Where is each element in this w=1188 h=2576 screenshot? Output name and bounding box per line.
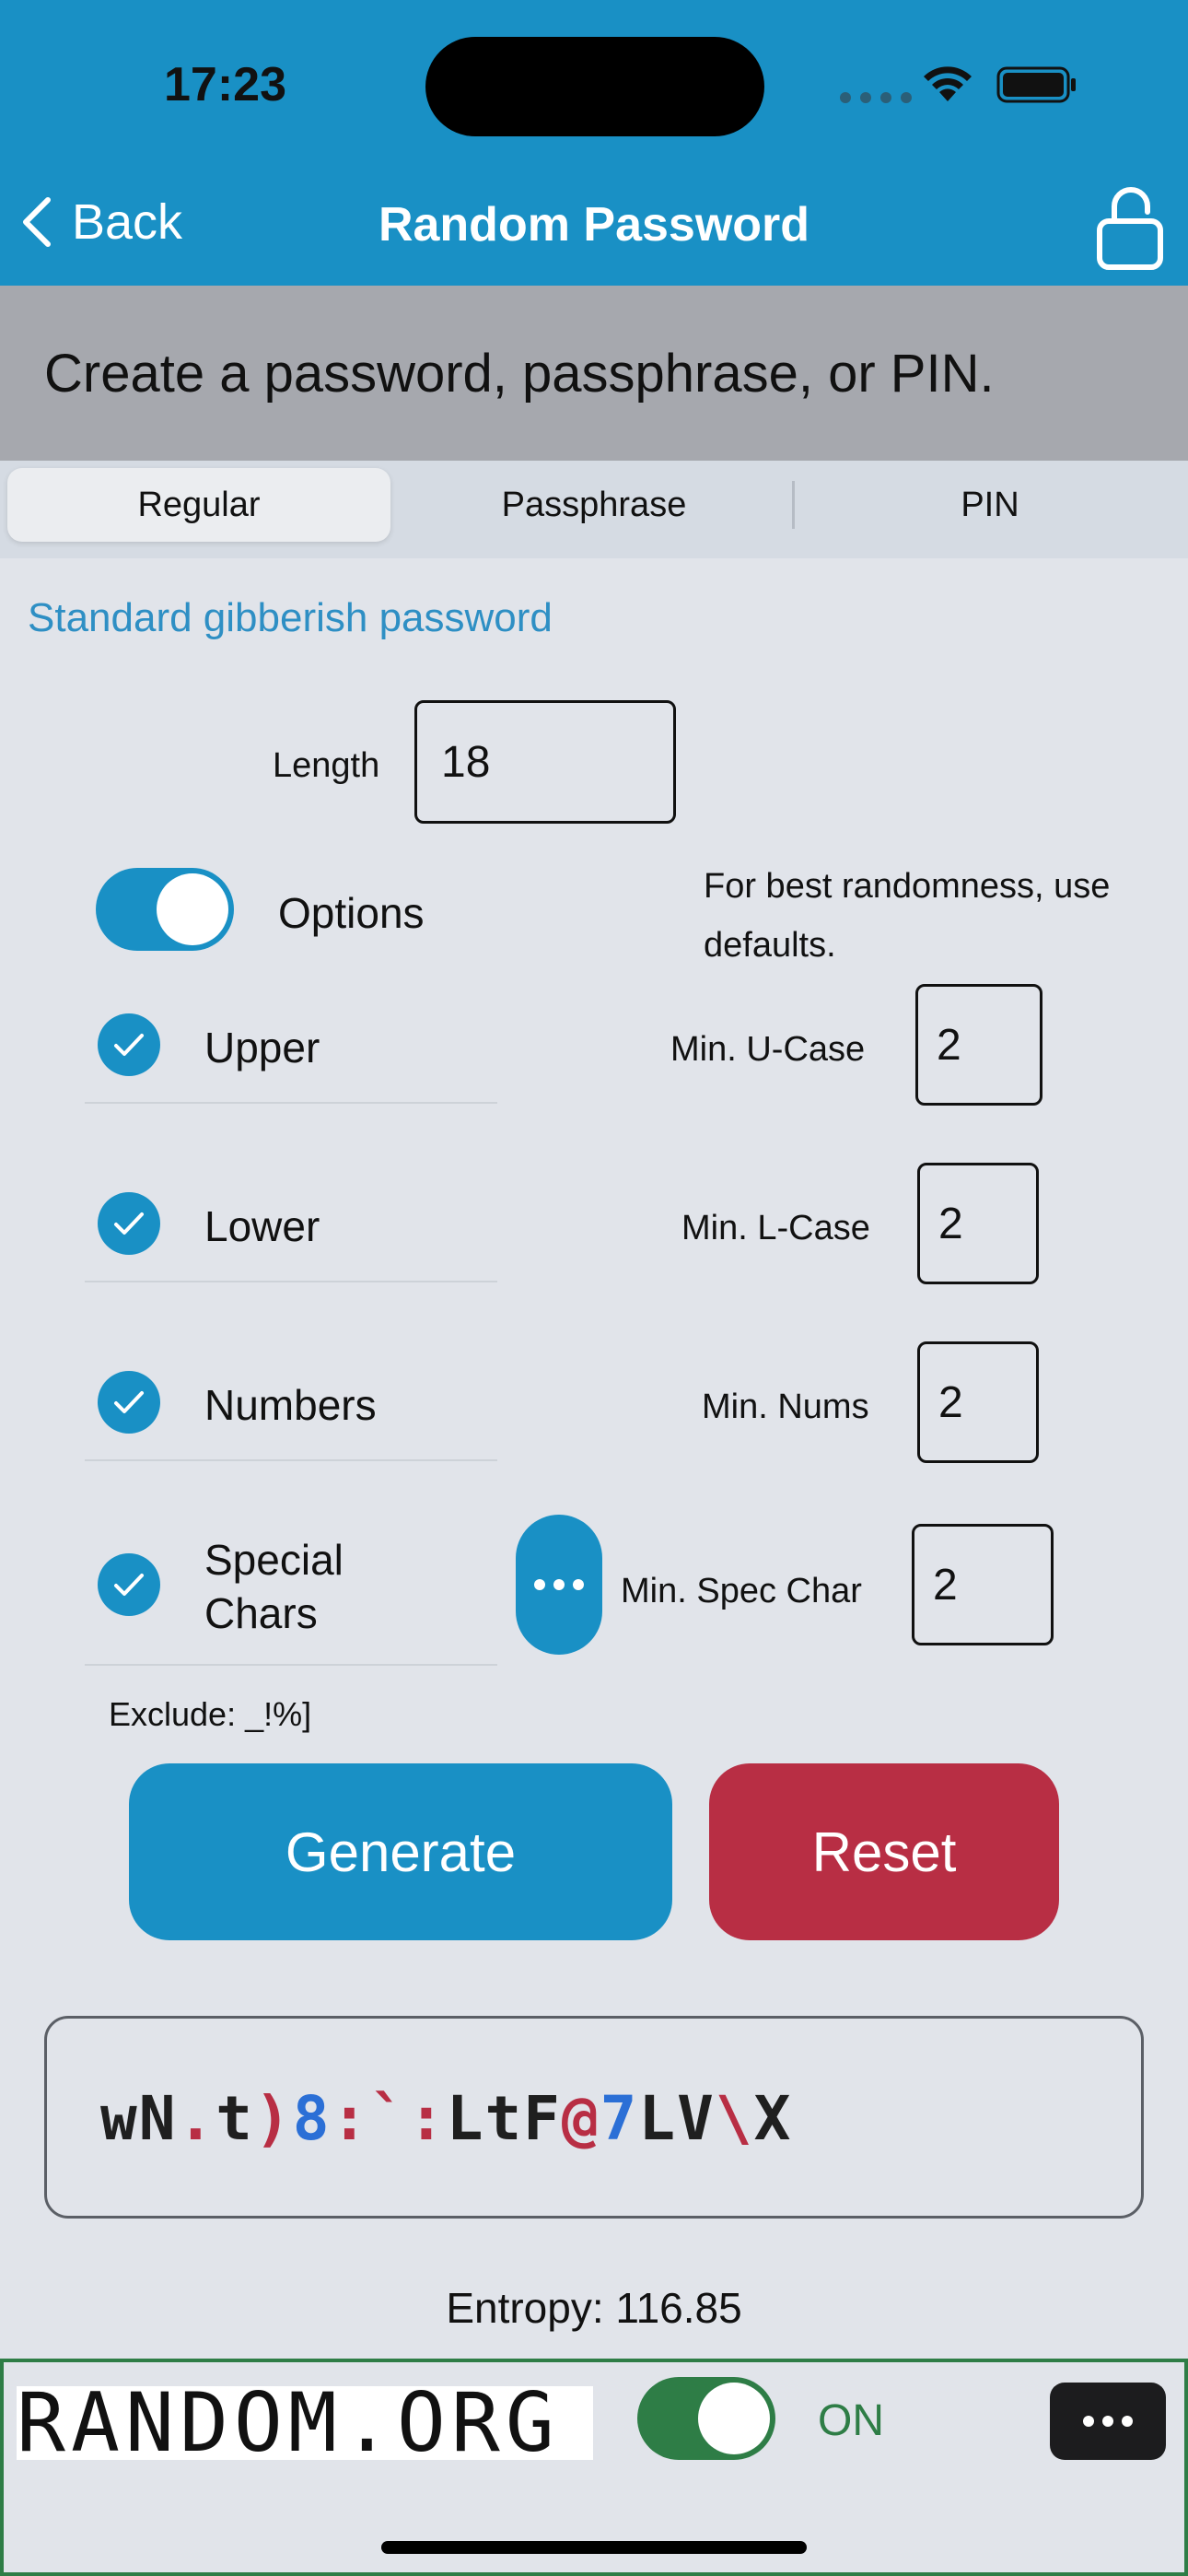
password-segment: 8 (292, 2083, 332, 2154)
mode-description: Standard gibberish password (28, 595, 553, 640)
password-segment: 7 (600, 2083, 639, 2154)
home-indicator (381, 2541, 807, 2554)
checkmark-icon (114, 1212, 144, 1235)
toggle-on-label: ON (818, 2396, 884, 2445)
password-output[interactable]: wN.t)8:`:LtF@7LV\X (44, 2016, 1144, 2219)
checkmark-icon (114, 1574, 144, 1596)
banner-text: Create a password, passphrase, or PIN. (44, 344, 995, 404)
signal-icon (840, 92, 912, 103)
options-toggle[interactable] (96, 868, 234, 951)
checkmark-icon (114, 1391, 144, 1413)
min-lcase-label: Min. L-Case (681, 1209, 870, 1247)
tab-passphrase[interactable]: Passphrase (405, 468, 783, 542)
toggle-knob (157, 873, 228, 945)
divider (85, 1281, 497, 1282)
min-spec-char-input[interactable]: 2 (912, 1524, 1054, 1645)
options-label: Options (278, 889, 425, 937)
special-chars-checkbox[interactable] (98, 1553, 160, 1616)
min-nums-label: Min. Nums (702, 1388, 869, 1426)
numbers-checkbox[interactable] (98, 1371, 160, 1434)
wifi-icon (924, 66, 972, 101)
min-nums-input[interactable]: 2 (917, 1341, 1039, 1463)
generate-button[interactable]: Generate (129, 1763, 672, 1940)
reset-button[interactable]: Reset (709, 1763, 1059, 1940)
divider (85, 1459, 497, 1461)
password-segment: t (215, 2083, 254, 2154)
screen: 17:23 Back Random Password Create a pass… (0, 0, 1188, 2576)
divider (85, 1664, 497, 1666)
page-title: Random Password (378, 198, 810, 252)
password-segment: . (177, 2083, 216, 2154)
more-dots-icon (1083, 2416, 1094, 2427)
length-input[interactable]: 18 (414, 700, 676, 824)
password-segment: @ (561, 2083, 600, 2154)
battery-icon (996, 66, 1076, 103)
dynamic-island (425, 37, 764, 136)
special-chars-more-button[interactable] (516, 1515, 602, 1655)
exclude-label: Exclude: _!%] (109, 1695, 312, 1733)
status-time: 17:23 (164, 58, 286, 111)
password-segment: LtF (446, 2083, 562, 2154)
lower-label: Lower (204, 1202, 320, 1250)
entropy-label: Entropy: 116.85 (446, 2284, 742, 2332)
password-text: wN.t)8:`:LtF@7LV\X (100, 2083, 792, 2154)
lock-icon[interactable] (1094, 181, 1168, 273)
lower-checkbox[interactable] (98, 1192, 160, 1255)
password-segment: \ (715, 2083, 754, 2154)
password-segment: :`: (331, 2083, 447, 2154)
numbers-label: Numbers (204, 1381, 377, 1429)
segment-divider (792, 481, 795, 529)
min-spec-char-label: Min. Spec Char (621, 1572, 862, 1610)
divider (85, 1102, 497, 1104)
min-ucase-label: Min. U-Case (670, 1030, 866, 1069)
checkmark-icon (114, 1034, 144, 1056)
min-ucase-input[interactable]: 2 (915, 984, 1042, 1106)
special-chars-label: Special Chars (204, 1536, 344, 1637)
password-segment: LV (638, 2083, 716, 2154)
options-hint: For best randomness, use defaults. (704, 867, 1111, 965)
tab-pin[interactable]: PIN (801, 468, 1179, 542)
random-org-toggle[interactable] (637, 2377, 775, 2460)
upper-label: Upper (204, 1024, 320, 1071)
password-segment: ) (253, 2083, 293, 2154)
password-segment: X (753, 2083, 793, 2154)
random-org-logo: RANDOM.ORG (17, 2386, 593, 2460)
length-label: Length (273, 746, 380, 785)
toggle-knob (698, 2383, 770, 2454)
tab-regular[interactable]: Regular (7, 468, 390, 542)
upper-checkbox[interactable] (98, 1013, 160, 1076)
footer-menu-button[interactable] (1050, 2383, 1166, 2460)
more-dots-icon (534, 1579, 545, 1590)
min-lcase-input[interactable]: 2 (917, 1163, 1039, 1284)
password-segment: wN (100, 2083, 178, 2154)
